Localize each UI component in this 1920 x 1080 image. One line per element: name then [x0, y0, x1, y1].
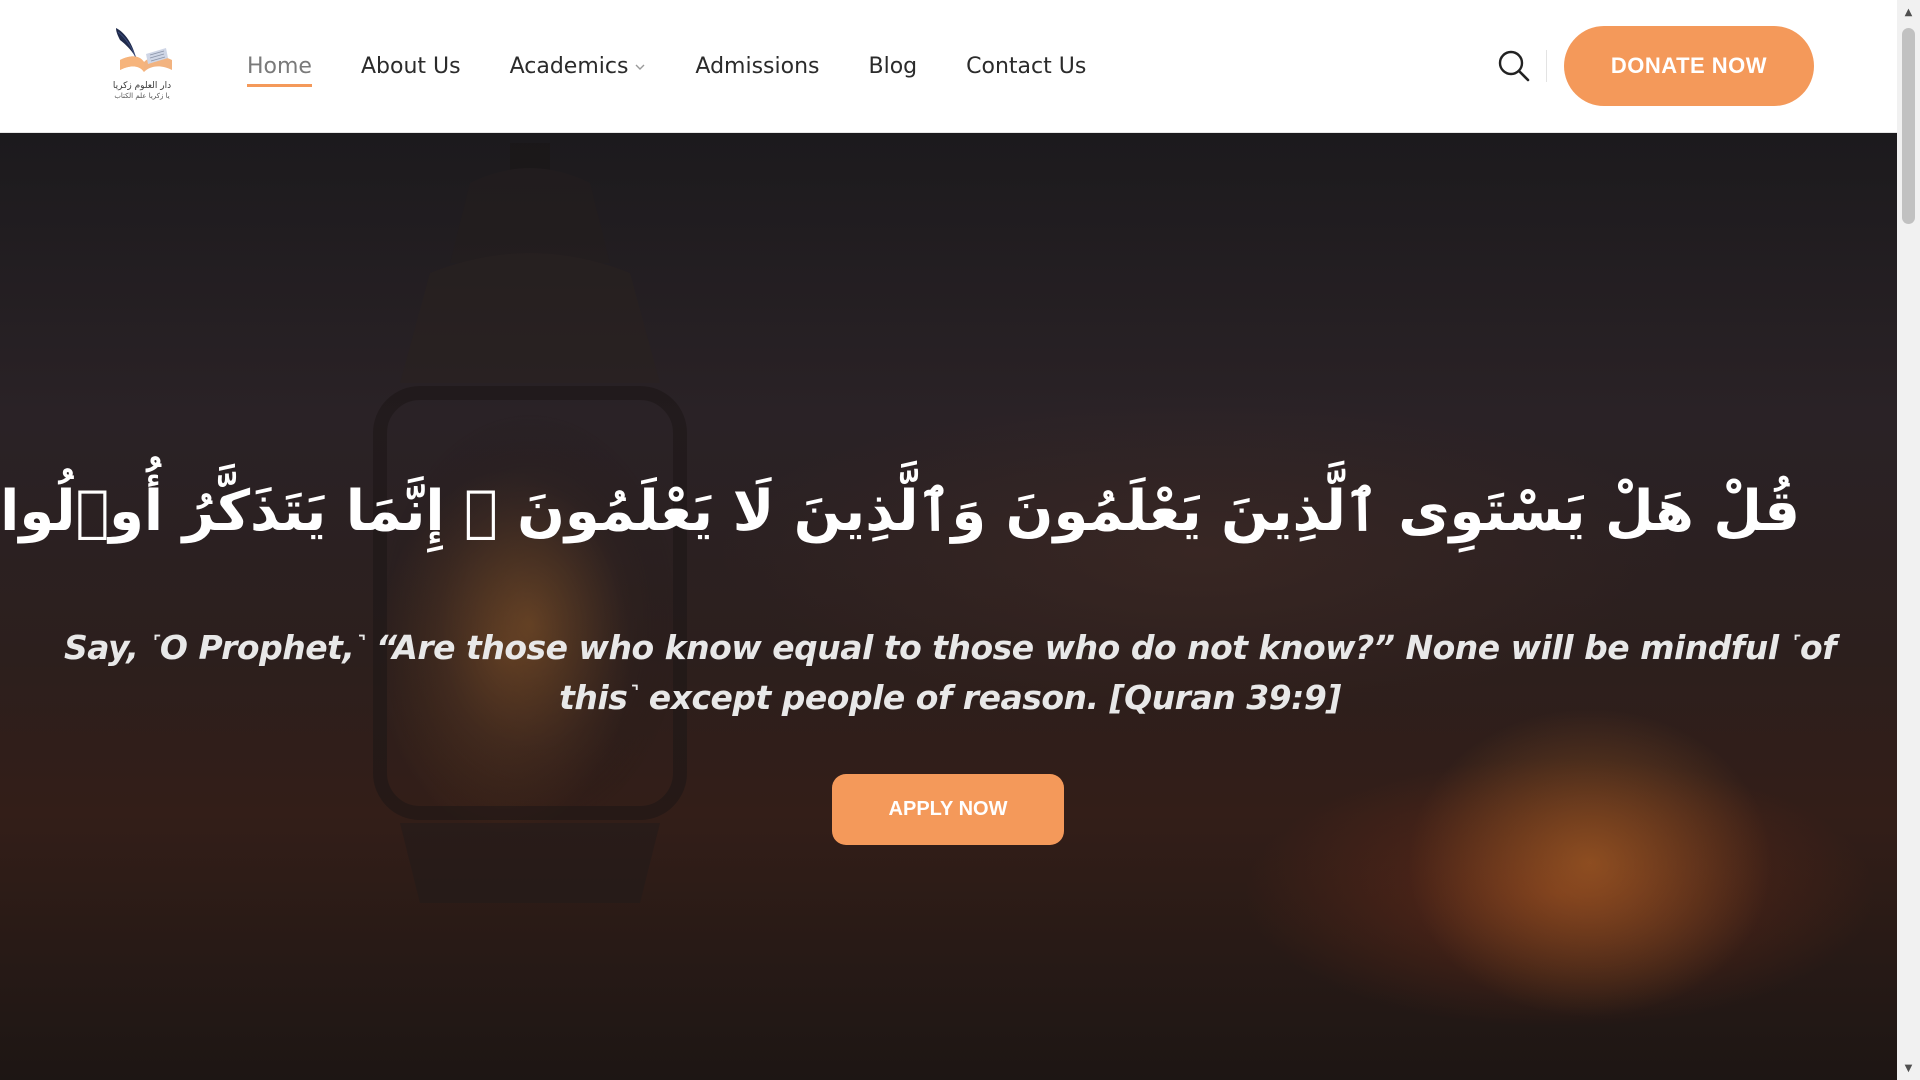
search-icon: [1498, 50, 1530, 82]
hero-section: قُلْ هَلْ يَسْتَوِى ٱلَّذِينَ يَعْلَمُون…: [0, 133, 1897, 1080]
main-nav: Home About Us Academics Admissions Blog …: [247, 0, 1135, 133]
lantern-icon: [373, 143, 687, 903]
page: دار العلوم زكريا يا زكريا علم الكتاب Hom…: [0, 0, 1920, 1080]
scroll-up-arrow-icon[interactable]: ▲: [1897, 2, 1920, 22]
nav-item-blog[interactable]: Blog: [869, 54, 918, 79]
quill-book-logo-icon: [116, 28, 172, 72]
scrollbar[interactable]: ▲ ▼: [1897, 0, 1920, 1080]
hero-arabic-verse: قُلْ هَلْ يَسْتَوِى ٱلَّذِينَ يَعْلَمُون…: [0, 479, 1800, 544]
header-divider: [1546, 50, 1547, 82]
nav-item-home[interactable]: Home: [247, 54, 312, 87]
nav-item-label: Academics: [509, 54, 629, 79]
nav-item-label: Blog: [868, 54, 918, 79]
nav-item-label: Contact Us: [966, 54, 1087, 79]
donate-now-button[interactable]: DONATE NOW: [1564, 26, 1814, 106]
nav-item-label: About Us: [360, 54, 461, 79]
search-button[interactable]: [1496, 48, 1532, 84]
logo-arabic-subtitle: يا زكريا علم الكتاب: [114, 92, 170, 100]
nav-item-contact-us[interactable]: Contact Us: [966, 54, 1086, 79]
scroll-thumb[interactable]: [1902, 28, 1915, 224]
nav-item-label: Home: [247, 54, 312, 79]
scroll-down-arrow-icon[interactable]: ▼: [1897, 1058, 1920, 1078]
nav-item-about-us[interactable]: About Us: [361, 54, 461, 79]
site-logo[interactable]: دار العلوم زكريا يا زكريا علم الكتاب: [104, 24, 180, 108]
nav-item-academics[interactable]: Academics: [510, 54, 647, 79]
nav-item-admissions[interactable]: Admissions: [695, 54, 819, 79]
nav-item-label: Admissions: [695, 54, 820, 79]
chevron-down-icon: [635, 64, 645, 70]
apply-now-button[interactable]: APPLY NOW: [832, 774, 1064, 845]
hero-translation: Say, ˹O Prophet,˺ “Are those who know eq…: [63, 628, 1837, 717]
site-header: دار العلوم زكريا يا زكريا علم الكتاب Hom…: [0, 0, 1897, 133]
logo-arabic-title: دار العلوم زكريا: [112, 81, 172, 91]
